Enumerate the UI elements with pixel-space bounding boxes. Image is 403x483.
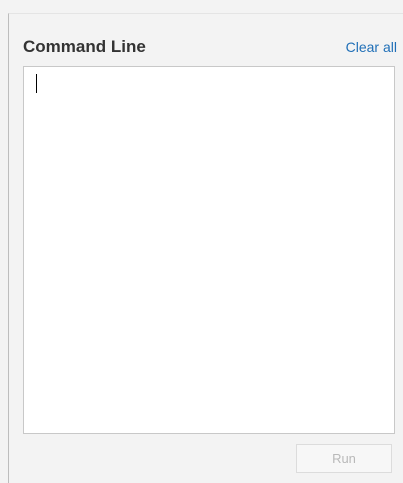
text-caret [36, 74, 37, 93]
panel-title: Command Line [23, 37, 146, 56]
command-input[interactable] [23, 66, 395, 434]
clear-all-link[interactable]: Clear all [346, 38, 397, 56]
panel-header: Command Line Clear all [23, 36, 397, 60]
run-button[interactable]: Run [296, 444, 392, 473]
command-line-panel: Command Line Clear all Run [8, 13, 403, 483]
